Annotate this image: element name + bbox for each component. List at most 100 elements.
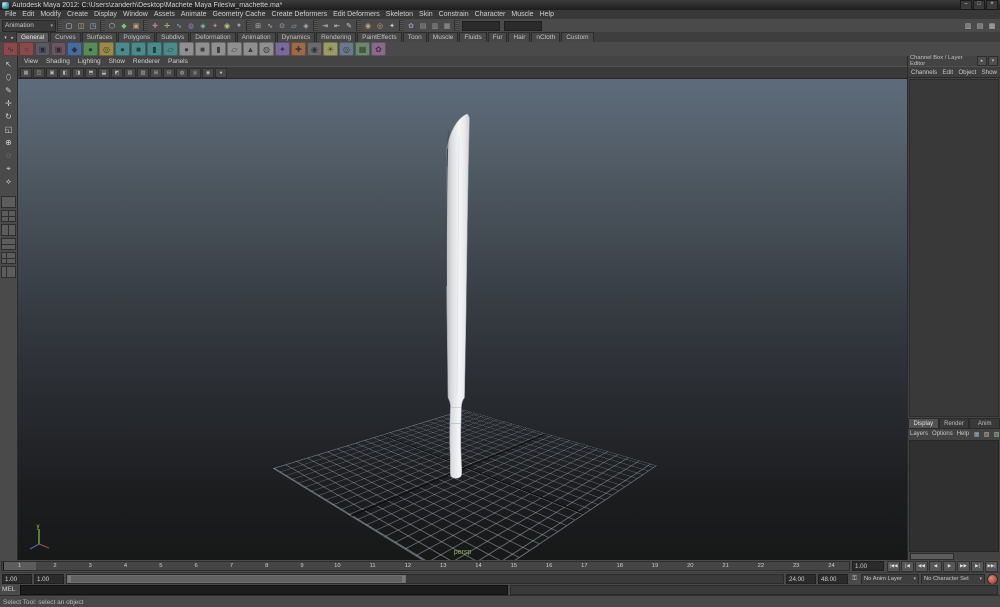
menu-item[interactable]: Modify xyxy=(37,11,64,18)
status-group-divider[interactable] xyxy=(246,20,251,31)
maximize-button[interactable]: □ xyxy=(973,0,985,10)
shelf-tab[interactable]: Fur xyxy=(487,32,508,42)
shelf-delete-history-icon[interactable]: ▣ xyxy=(51,42,66,56)
shelf-green-node-icon[interactable]: ● xyxy=(83,42,98,56)
mask-deformations-icon[interactable]: ◈ xyxy=(197,20,209,31)
mask-joints-icon[interactable]: ✛ xyxy=(161,20,173,31)
toggle-view-icon[interactable]: ▦ xyxy=(441,20,453,31)
last-tool-icon[interactable]: ⟡ xyxy=(2,175,15,188)
panel-toolbar-icon[interactable]: ◉ xyxy=(202,67,214,78)
layout-outliner-persp-button[interactable] xyxy=(1,266,16,278)
panel-toolbar-icon[interactable]: ● xyxy=(215,67,227,78)
shelf-tab[interactable]: Polygons xyxy=(118,32,156,42)
channel-box-menu-item[interactable]: Object xyxy=(958,69,976,76)
menu-item[interactable]: Character xyxy=(472,11,509,18)
make-live-icon[interactable]: ◈ xyxy=(300,20,312,31)
paint-effects-icon[interactable]: ✿ xyxy=(405,20,417,31)
universal-manipulator-icon[interactable]: ⊕ xyxy=(2,136,15,149)
menu-set-dropdown[interactable]: Animation ▾ xyxy=(2,19,56,32)
attribute-editor-toggle-icon[interactable]: ▥ xyxy=(962,20,974,31)
step-back-frame-button[interactable]: |◀ xyxy=(901,560,914,572)
title-bar[interactable]: Autodesk Maya 2012: C:\Users\zanderh\Des… xyxy=(0,0,1000,10)
shelf-texture-icon[interactable]: ▦ xyxy=(355,42,370,56)
command-line-mode-label[interactable]: MEL xyxy=(2,586,18,593)
snap-to-view-plane-icon[interactable]: ▱ xyxy=(288,20,300,31)
layer-new-from-selected-icon[interactable]: ▨ xyxy=(992,430,1000,438)
menu-item[interactable]: Edit xyxy=(19,11,37,18)
shelf-tab[interactable]: Muscle xyxy=(427,32,459,42)
shelf-tab[interactable]: Hair xyxy=(508,32,531,42)
menu-item[interactable]: Window xyxy=(120,11,151,18)
menu-item[interactable]: Skin xyxy=(416,11,436,18)
panel-toolbar-icon[interactable]: ▣ xyxy=(46,67,58,78)
status-group-divider[interactable] xyxy=(57,20,62,31)
shelf-curve-tool-icon[interactable]: ∿ xyxy=(3,42,18,56)
shelf-tab[interactable]: Rendering xyxy=(316,32,357,42)
shelf-tab[interactable]: nCloth xyxy=(531,32,561,42)
panel-toolbar-icon[interactable]: ⬓ xyxy=(98,67,110,78)
panel-toolbar-icon[interactable]: ⊟ xyxy=(163,67,175,78)
move-tool-icon[interactable]: ✛ xyxy=(2,97,15,110)
quick-rename-field[interactable] xyxy=(504,20,542,31)
rotate-tool-icon[interactable]: ↻ xyxy=(2,110,15,123)
shelf-purple-tool-icon[interactable]: ✦ xyxy=(275,42,290,56)
layout-single-pane-button[interactable] xyxy=(1,196,16,208)
shelf-blue-node-icon[interactable]: ◆ xyxy=(67,42,82,56)
shelf-nurbs-cube-icon[interactable]: ■ xyxy=(131,42,146,56)
character-set-dropdown[interactable]: No Character Set ▾ xyxy=(921,573,985,585)
shelf-poly-torus-icon[interactable]: ◍ xyxy=(259,42,274,56)
close-button[interactable]: × xyxy=(986,0,998,10)
status-group-divider[interactable] xyxy=(313,20,318,31)
command-input-field[interactable] xyxy=(20,584,508,595)
menu-item[interactable]: Geometry Cache xyxy=(210,11,269,18)
status-group-divider[interactable] xyxy=(356,20,361,31)
machete-model[interactable] xyxy=(18,79,907,560)
shelf-options-icon[interactable]: ▸ xyxy=(9,34,16,42)
panel-toolbar-icon[interactable]: ◧ xyxy=(59,67,71,78)
shelf-tab[interactable]: Subdivs xyxy=(156,32,190,42)
quick-select-field[interactable] xyxy=(462,20,500,31)
select-tool-icon[interactable]: ↖ xyxy=(2,58,15,71)
shelf-render-icon[interactable]: ◉ xyxy=(307,42,322,56)
panel-toolbar-icon[interactable]: ◫ xyxy=(33,67,45,78)
play-backwards-button[interactable]: ◀ xyxy=(929,560,942,572)
panel-menu-item[interactable]: Shading xyxy=(42,58,74,65)
shelf-tab[interactable]: PaintEffects xyxy=(357,32,402,42)
animation-end-field[interactable]: 48.00 xyxy=(818,574,848,584)
step-back-key-button[interactable]: ◀◀ xyxy=(915,560,928,572)
select-hierarchy-icon[interactable]: ⬡ xyxy=(106,20,118,31)
shelf-light-icon[interactable]: ☀ xyxy=(323,42,338,56)
layout-two-pane-stacked-button[interactable] xyxy=(1,238,16,250)
panel-toolbar-icon[interactable]: ⊞ xyxy=(150,67,162,78)
play-forwards-button[interactable]: ▶ xyxy=(943,560,956,572)
status-group-divider[interactable] xyxy=(454,20,459,31)
layout-two-pane-side-button[interactable] xyxy=(1,224,16,236)
range-slider-track[interactable] xyxy=(66,574,784,584)
shelf-misc-icon[interactable]: ✿ xyxy=(371,42,386,56)
menu-item[interactable]: Help xyxy=(537,11,557,18)
show-manipulator-icon[interactable]: ⌖ xyxy=(2,162,15,175)
channel-box-menu-item[interactable]: Edit xyxy=(942,69,953,76)
viewport-canvas[interactable]: y persp xyxy=(18,79,907,560)
channel-box-menu-item[interactable]: Show xyxy=(982,69,997,76)
menu-item[interactable]: Create Deformers xyxy=(268,11,330,18)
shelf-tab[interactable]: Deformation xyxy=(190,32,236,42)
layer-new-empty-icon[interactable]: ▧ xyxy=(982,430,991,438)
new-scene-icon[interactable]: ▢ xyxy=(63,20,75,31)
mask-curves-icon[interactable]: ∿ xyxy=(173,20,185,31)
layer-editor-menu-item[interactable]: Options xyxy=(932,431,953,437)
anim-layer-dropdown[interactable]: No Anim Layer ▾ xyxy=(861,573,919,585)
shelf-history-icon[interactable]: ▣ xyxy=(35,42,50,56)
toggle-panel-icon[interactable]: ▥ xyxy=(429,20,441,31)
scale-tool-icon[interactable]: ◱ xyxy=(2,123,15,136)
shelf-tab[interactable]: Custom xyxy=(561,32,594,42)
panel-toolbar-icon[interactable]: ▥ xyxy=(137,67,149,78)
step-forward-frame-button[interactable]: ▶| xyxy=(971,560,984,572)
menu-item[interactable]: Create xyxy=(64,11,91,18)
snap-to-point-icon[interactable]: ⊙ xyxy=(276,20,288,31)
menu-item[interactable]: Assets xyxy=(151,11,178,18)
panel-toolbar-icon[interactable]: ▦ xyxy=(20,67,32,78)
scrollbar-thumb[interactable] xyxy=(910,553,954,560)
select-object-icon[interactable]: ◆ xyxy=(118,20,130,31)
panel-toolbar-icon[interactable]: ▤ xyxy=(124,67,136,78)
